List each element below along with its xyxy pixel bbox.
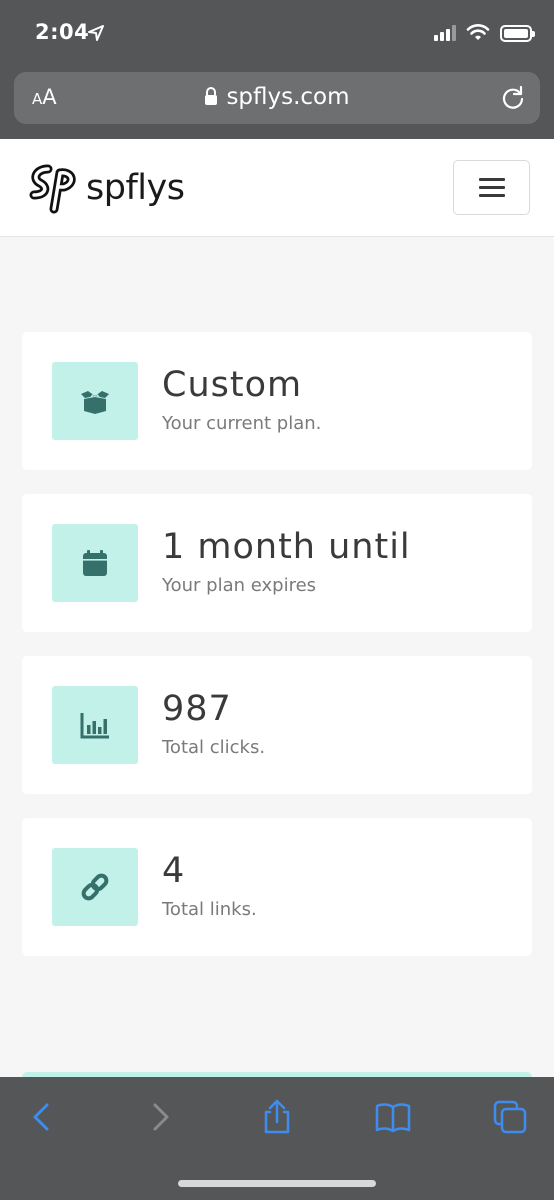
card-subtitle: Total clicks. [162, 737, 266, 758]
url-display[interactable]: spflys.com [14, 84, 540, 110]
book-icon [375, 1103, 411, 1133]
card-icon-container [52, 848, 138, 926]
chevron-left-icon [33, 1103, 49, 1131]
card-title: 1 month until [162, 527, 411, 567]
cellular-signal-icon [434, 25, 456, 41]
battery-icon [500, 24, 535, 42]
clicks-card: 987 Total clicks. [22, 656, 532, 794]
links-card: 4 Total links. [22, 818, 532, 956]
card-subtitle: Your plan expires [162, 575, 317, 596]
status-time: 2:04 [35, 20, 90, 44]
box-open-icon [81, 391, 109, 414]
address-bar[interactable]: AA spflys.com [14, 72, 540, 124]
card-title: 987 [162, 689, 232, 729]
plan-card: Custom Your current plan. [22, 332, 532, 470]
share-button[interactable] [257, 1097, 297, 1137]
hamburger-icon [478, 173, 505, 202]
bar-chart-icon [80, 713, 109, 739]
calendar-icon [83, 550, 107, 576]
home-indicator [178, 1180, 376, 1187]
menu-toggle-button[interactable] [453, 160, 530, 215]
spflys-logo-icon [29, 164, 76, 214]
tabs-button[interactable] [490, 1097, 530, 1137]
location-arrow-icon [88, 25, 104, 41]
site-navbar: spflys [0, 139, 554, 237]
chevron-right-icon [153, 1103, 169, 1131]
stats-cards: Custom Your current plan. 1 month until … [22, 332, 532, 980]
card-icon-container [52, 524, 138, 602]
card-subtitle: Total links. [162, 899, 257, 920]
browser-chrome-top: 2:04 AA spflys.com [0, 0, 554, 139]
tabs-icon [493, 1100, 527, 1134]
card-subtitle: Your current plan. [162, 413, 322, 434]
card-title: 4 [162, 851, 186, 891]
expiry-card: 1 month until Your plan expires [22, 494, 532, 632]
reload-icon[interactable] [500, 85, 526, 111]
card-title: Custom [162, 365, 303, 405]
brand-link[interactable]: spflys [26, 161, 185, 215]
card-icon-container [52, 686, 138, 764]
wifi-icon [466, 24, 490, 40]
share-icon [264, 1099, 290, 1134]
status-bar: 2:04 [0, 0, 554, 70]
url-text: spflys.com [226, 84, 350, 110]
bookmarks-button[interactable] [373, 1097, 413, 1137]
forward-button[interactable] [140, 1097, 180, 1137]
card-icon-container [52, 362, 138, 440]
lock-icon [205, 87, 218, 105]
link-icon [81, 873, 109, 901]
back-button[interactable] [22, 1097, 62, 1137]
brand-name: spflys [86, 168, 185, 208]
